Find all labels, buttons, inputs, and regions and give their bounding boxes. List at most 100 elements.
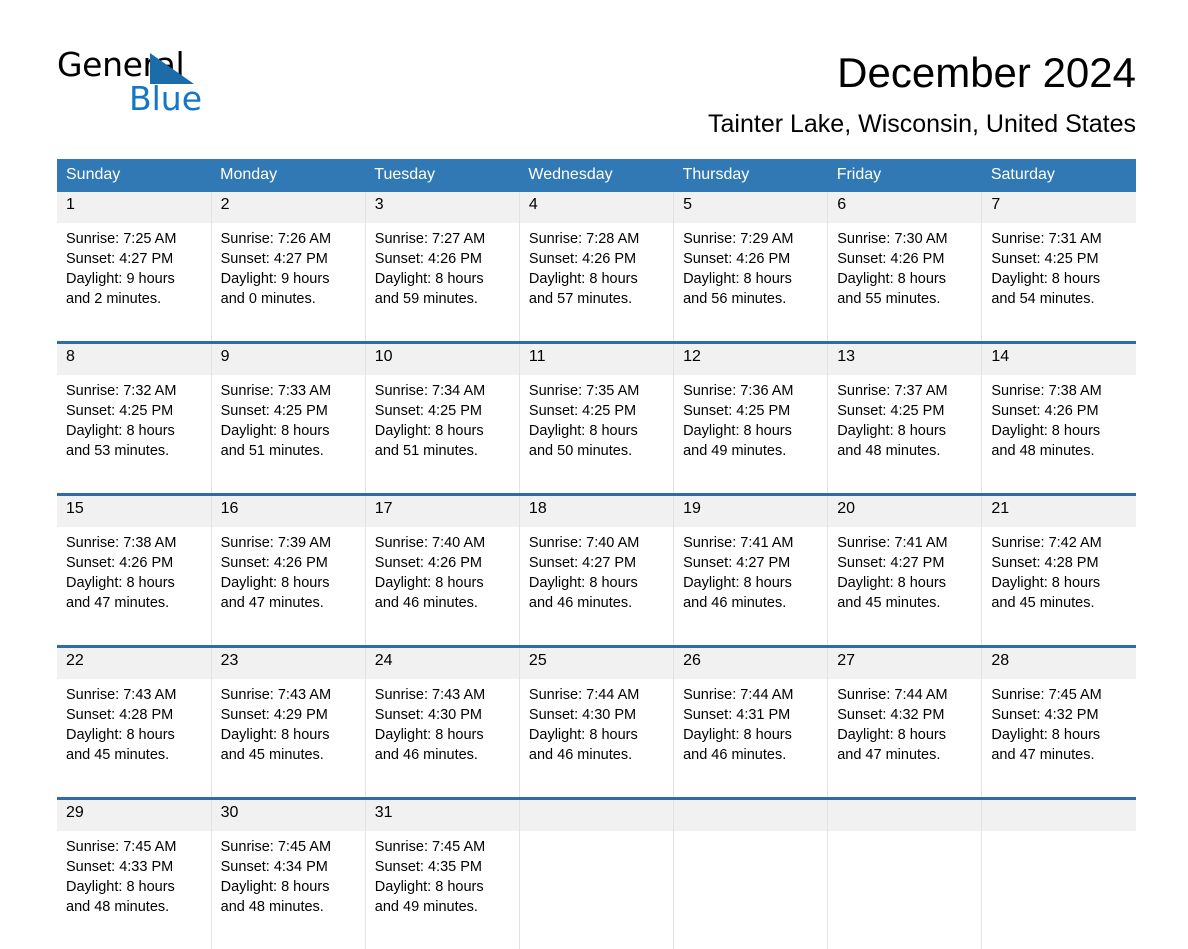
day-number[interactable]: 24 bbox=[365, 646, 520, 679]
day-number[interactable]: 19 bbox=[673, 494, 829, 527]
day-detail-cell: Sunrise: 7:40 AM Sunset: 4:27 PM Daylight:… bbox=[519, 526, 675, 647]
day-sunrise-text: Sunrise: 7:44 AM bbox=[528, 686, 640, 703]
day-detail-cell: Sunrise: 7:44 AM Sunset: 4:31 PM Daylight:… bbox=[673, 678, 829, 799]
day-number[interactable]: 31 bbox=[365, 798, 520, 831]
day-daylight-line1-text: Daylight: 8 hours bbox=[528, 271, 638, 288]
day-sunrise-text: Sunrise: 7:43 AM bbox=[374, 686, 486, 703]
day-number[interactable]: 17 bbox=[365, 494, 520, 527]
day-number[interactable]: 10 bbox=[365, 342, 520, 375]
day-daylight-line1-text: Daylight: 8 hours bbox=[683, 727, 792, 744]
empty-day-number bbox=[981, 798, 1136, 831]
day-number[interactable]: 12 bbox=[673, 342, 829, 375]
day-number[interactable]: 26 bbox=[673, 646, 829, 679]
week-daynumber-row: 1234567 bbox=[57, 191, 1136, 223]
empty-day-cell bbox=[519, 830, 675, 949]
day-detail-cell: Sunrise: 7:43 AM Sunset: 4:28 PM Daylight:… bbox=[57, 678, 212, 799]
day-number[interactable]: 25 bbox=[519, 646, 675, 679]
day-detail-cell: Sunrise: 7:33 AM Sunset: 4:25 PM Daylight:… bbox=[211, 374, 366, 495]
day-sunrise-text: Sunrise: 7:40 AM bbox=[374, 534, 486, 551]
day-daylight-line1-text: Daylight: 8 hours bbox=[991, 575, 1101, 592]
day-number[interactable]: 22 bbox=[57, 646, 212, 679]
day-number[interactable]: 27 bbox=[827, 646, 983, 679]
day-detail-cell: Sunrise: 7:32 AM Sunset: 4:25 PM Daylight:… bbox=[57, 374, 212, 495]
week-daynumber-row: 8 9 10 11 12 13 14 bbox=[57, 342, 1136, 375]
day-sunset-text: Sunset: 4:25 PM bbox=[374, 403, 482, 419]
day-sunset-text: Sunset: 4:27 PM bbox=[528, 555, 637, 571]
day-daylight-line2-text: and 49 minutes. bbox=[683, 443, 787, 460]
empty-day-number bbox=[827, 798, 983, 831]
day-number[interactable]: 29 bbox=[57, 798, 212, 831]
day-number[interactable]: 20 bbox=[827, 494, 983, 527]
day-daylight-line1-text: Daylight: 8 hours bbox=[220, 727, 330, 744]
day-daylight-line2-text: and 56 minutes. bbox=[683, 291, 787, 308]
day-sunset-text: Sunset: 4:26 PM bbox=[220, 555, 328, 571]
day-sunrise-text: Sunrise: 7:45 AM bbox=[374, 838, 486, 855]
week-daynumber-row: 15 16 17 18 19 20 21 bbox=[57, 494, 1136, 527]
day-daylight-line2-text: and 46 minutes. bbox=[683, 595, 787, 612]
day-number[interactable]: 4 bbox=[519, 191, 675, 223]
day-daylight-line2-text: and 0 minutes. bbox=[220, 291, 316, 308]
day-detail-cell: Sunrise: 7:34 AM Sunset: 4:25 PM Daylight:… bbox=[365, 374, 520, 495]
day-number[interactable]: 30 bbox=[211, 798, 366, 831]
day-sunrise-text: Sunrise: 7:30 AM bbox=[837, 230, 948, 247]
day-detail-cell: Sunrise: 7:38 AM Sunset: 4:26 PM Daylight:… bbox=[57, 526, 212, 647]
weekday-header-wednesday: Wednesday bbox=[519, 158, 674, 192]
day-number[interactable]: 6 bbox=[827, 191, 983, 223]
day-detail-cell: Sunrise: 7:26 AM Sunset: 4:27 PM Daylight:… bbox=[211, 222, 366, 343]
day-sunrise-text: Sunrise: 7:34 AM bbox=[374, 382, 486, 399]
day-sunrise-text: Sunrise: 7:36 AM bbox=[683, 382, 794, 399]
weekday-header-row: Sunday Monday Tuesday Wednesday Thursday… bbox=[57, 158, 1136, 192]
day-daylight-line2-text: and 45 minutes. bbox=[66, 747, 170, 764]
day-sunset-text: Sunset: 4:27 PM bbox=[683, 555, 791, 571]
day-number[interactable]: 18 bbox=[519, 494, 675, 527]
day-detail-cell: Sunrise: 7:41 AM Sunset: 4:27 PM Daylight:… bbox=[673, 526, 829, 647]
day-number[interactable]: 9 bbox=[211, 342, 366, 375]
day-number[interactable]: 7 bbox=[981, 191, 1136, 223]
day-daylight-line1-text: Daylight: 8 hours bbox=[374, 271, 484, 288]
day-daylight-line1-text: Daylight: 8 hours bbox=[66, 423, 175, 440]
day-sunset-text: Sunset: 4:27 PM bbox=[66, 251, 174, 267]
day-number[interactable]: 21 bbox=[981, 494, 1136, 527]
day-number[interactable]: 16 bbox=[211, 494, 366, 527]
day-detail-cell: Sunrise: 7:28 AM Sunset: 4:26 PM Daylight:… bbox=[519, 222, 675, 343]
day-number[interactable]: 13 bbox=[827, 342, 983, 375]
day-detail-cell: Sunrise: 7:35 AM Sunset: 4:25 PM Daylight:… bbox=[519, 374, 675, 495]
day-daylight-line1-text: Daylight: 8 hours bbox=[66, 727, 175, 744]
day-sunset-text: Sunset: 4:26 PM bbox=[991, 403, 1099, 419]
day-detail-cell: Sunrise: 7:45 AM Sunset: 4:32 PM Daylight:… bbox=[981, 678, 1136, 799]
day-sunrise-text: Sunrise: 7:41 AM bbox=[837, 534, 948, 551]
day-sunrise-text: Sunrise: 7:42 AM bbox=[991, 534, 1102, 551]
day-sunset-text: Sunset: 4:25 PM bbox=[528, 403, 637, 419]
day-sunrise-text: Sunrise: 7:27 AM bbox=[374, 230, 486, 247]
day-daylight-line1-text: Daylight: 8 hours bbox=[683, 423, 792, 440]
day-daylight-line2-text: and 57 minutes. bbox=[528, 291, 633, 308]
day-daylight-line2-text: and 48 minutes. bbox=[66, 899, 170, 916]
day-daylight-line2-text: and 46 minutes. bbox=[528, 747, 633, 764]
general-blue-logo[interactable]: General Blue bbox=[57, 48, 207, 122]
day-sunset-text: Sunset: 4:30 PM bbox=[374, 707, 482, 723]
day-number[interactable]: 2 bbox=[211, 191, 366, 223]
day-number[interactable]: 23 bbox=[211, 646, 366, 679]
day-sunset-text: Sunset: 4:35 PM bbox=[374, 859, 482, 875]
day-number[interactable]: 3 bbox=[365, 191, 520, 223]
day-number[interactable]: 8 bbox=[57, 342, 212, 375]
day-number[interactable]: 11 bbox=[519, 342, 675, 375]
day-daylight-line1-text: Daylight: 8 hours bbox=[220, 879, 330, 896]
day-number[interactable]: 5 bbox=[673, 191, 829, 223]
day-number[interactable]: 15 bbox=[57, 494, 212, 527]
day-sunset-text: Sunset: 4:28 PM bbox=[66, 707, 174, 723]
day-daylight-line1-text: Daylight: 8 hours bbox=[528, 727, 638, 744]
day-daylight-line2-text: and 59 minutes. bbox=[374, 291, 478, 308]
weekday-header-tuesday: Tuesday bbox=[365, 158, 520, 192]
day-sunrise-text: Sunrise: 7:35 AM bbox=[528, 382, 640, 399]
day-number[interactable]: 14 bbox=[981, 342, 1136, 375]
day-sunset-text: Sunset: 4:26 PM bbox=[374, 251, 482, 267]
day-number[interactable]: 1 bbox=[57, 191, 212, 223]
day-daylight-line2-text: and 54 minutes. bbox=[991, 291, 1095, 308]
day-number[interactable]: 28 bbox=[981, 646, 1136, 679]
day-sunrise-text: Sunrise: 7:41 AM bbox=[683, 534, 794, 551]
day-daylight-line2-text: and 47 minutes. bbox=[220, 595, 324, 612]
day-daylight-line1-text: Daylight: 8 hours bbox=[683, 271, 792, 288]
day-sunset-text: Sunset: 4:32 PM bbox=[991, 707, 1099, 723]
day-sunrise-text: Sunrise: 7:45 AM bbox=[220, 838, 332, 855]
